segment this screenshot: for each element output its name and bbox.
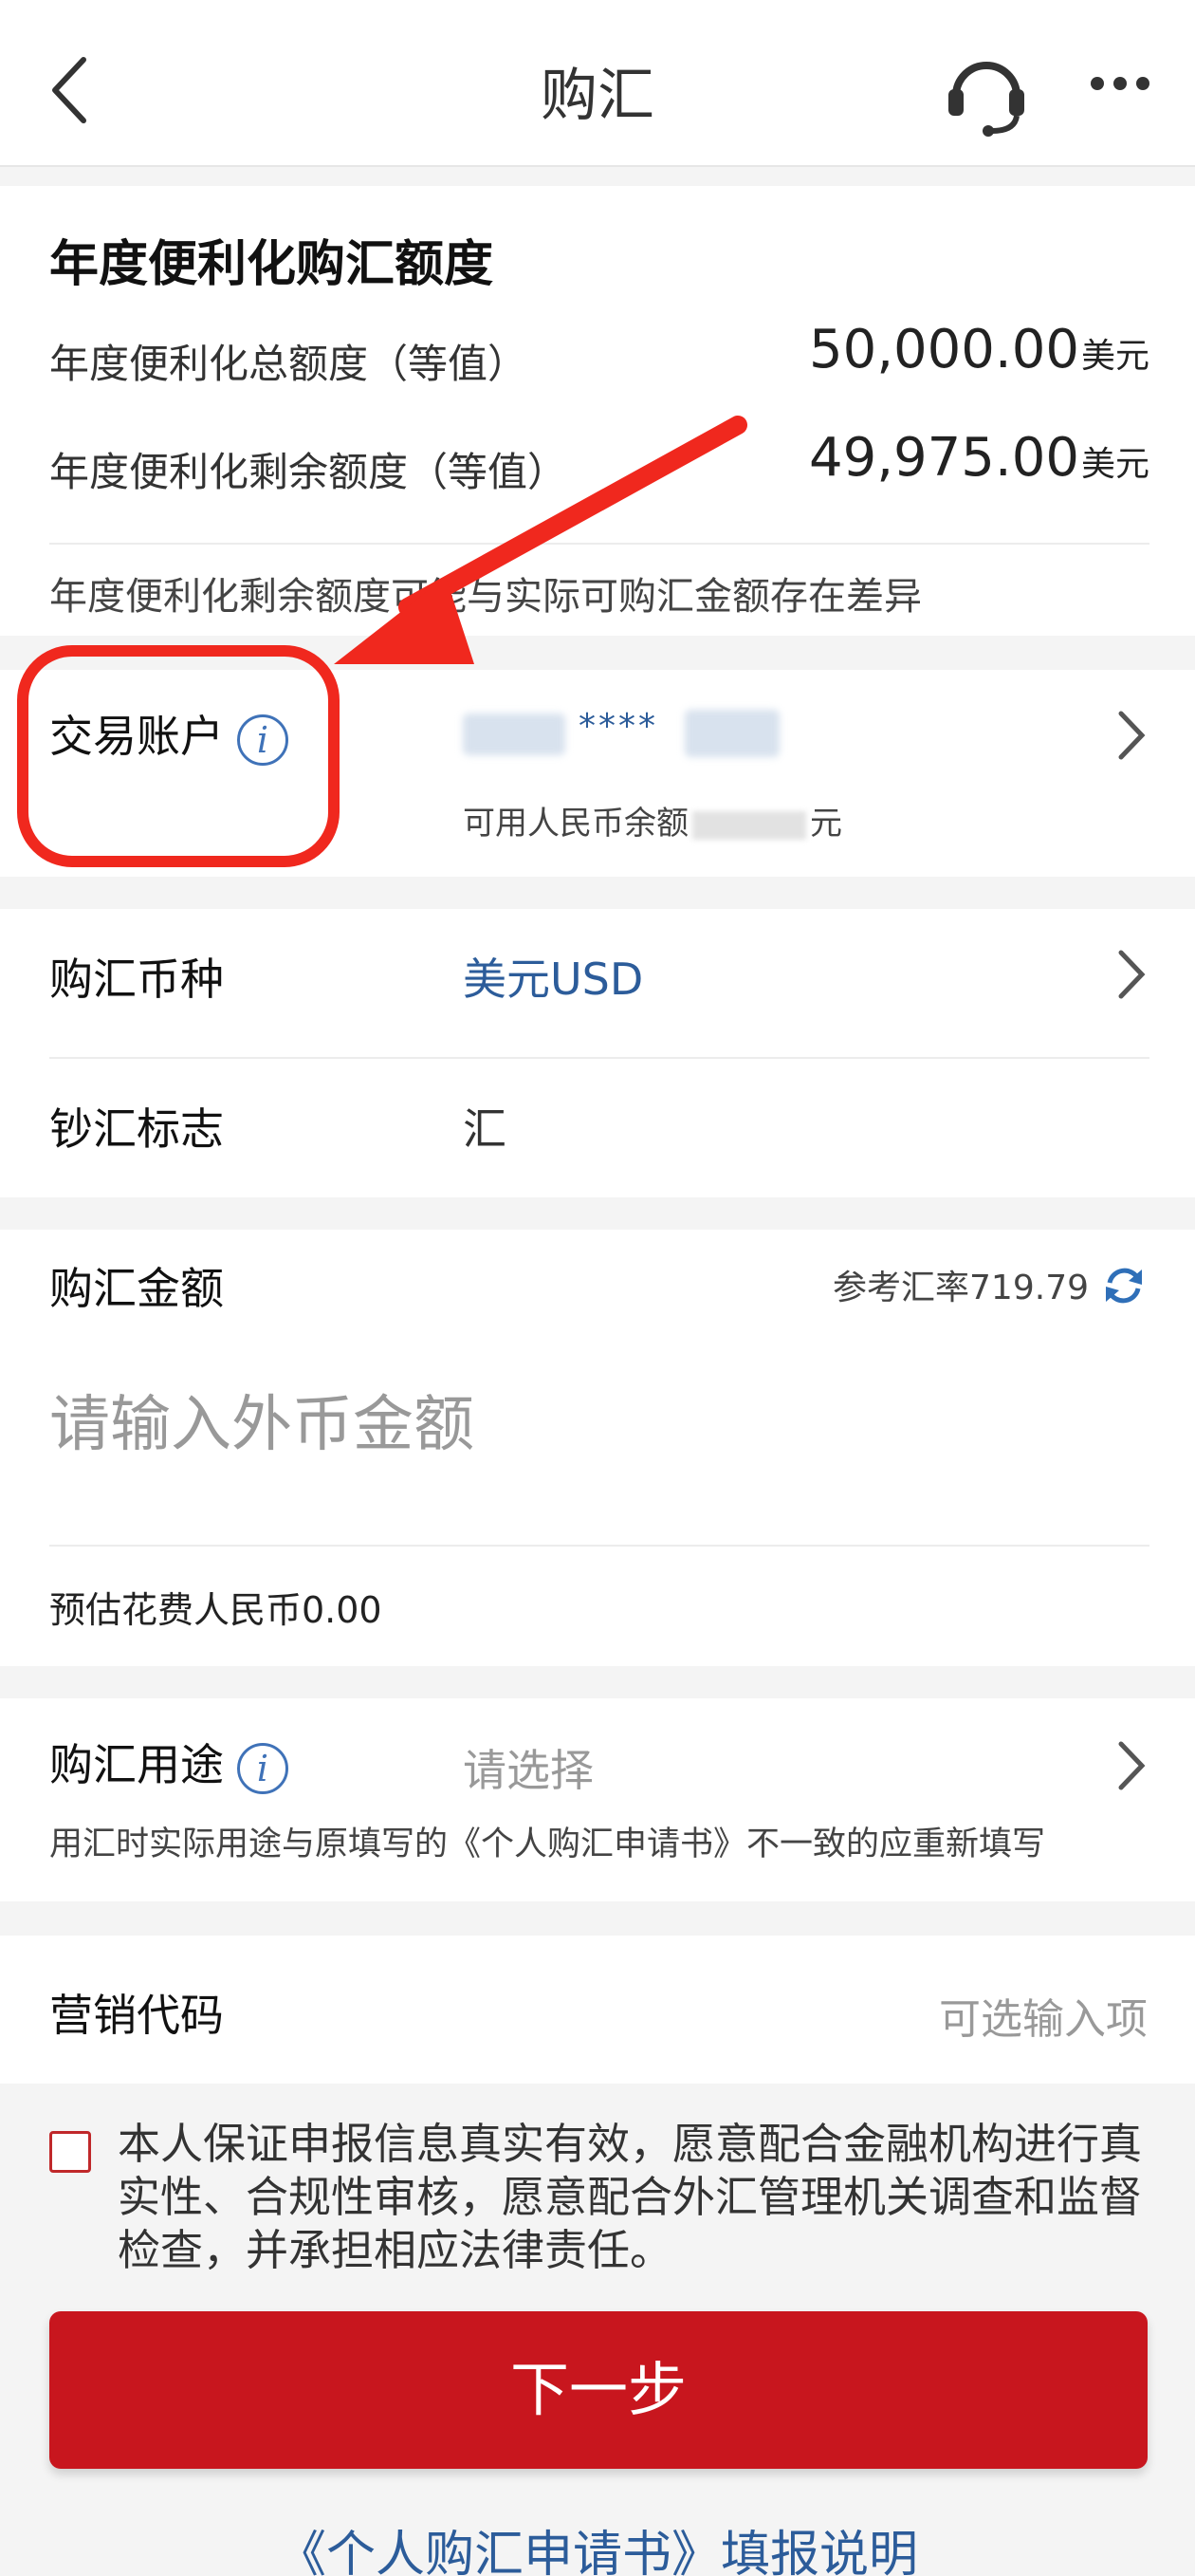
total-quota-value: 50,000.00 美元	[809, 319, 1149, 380]
divider	[49, 1057, 1149, 1059]
quota-note: 年度便利化剩余额度可能与实际可购汇金额存在差异	[49, 575, 922, 619]
chevron-right-icon[interactable]	[1115, 949, 1148, 1000]
amount-input[interactable]: 请输入外币金额	[49, 1376, 474, 1463]
remaining-quota-amount: 49,975.00	[808, 427, 1079, 489]
account-row[interactable]	[0, 670, 1195, 877]
info-icon[interactable]: i	[237, 1742, 288, 1794]
total-quota-unit: 美元	[1080, 337, 1149, 376]
total-quota-label: 年度便利化总额度（等值）	[49, 341, 528, 387]
declaration-text: 本人保证申报信息真实有效，愿意配合金融机构进行真实性、合规性审核，愿意配合外汇管…	[118, 2119, 1143, 2275]
estimated-cost: 预估花费人民币0.00	[49, 1589, 382, 1631]
purpose-card[interactable]	[0, 1698, 1195, 1901]
more-icon[interactable]	[1091, 76, 1167, 104]
available-balance-suffix: 元	[810, 805, 842, 843]
reference-rate: 参考汇率719.79	[833, 1269, 1089, 1307]
chevron-right-icon[interactable]	[1115, 710, 1148, 761]
purpose-select[interactable]: 请选择	[463, 1736, 594, 1799]
available-balance-prefix: 可用人民币余额	[463, 805, 689, 843]
purpose-label: 购汇用途	[49, 1739, 224, 1790]
masked-account-stars: ****	[579, 707, 658, 746]
marketing-code-label: 营销代码	[49, 1990, 224, 2041]
refresh-icon[interactable]	[1100, 1262, 1148, 1309]
divider	[49, 543, 1149, 545]
customer-service-icon[interactable]	[939, 44, 1034, 139]
quota-title: 年度便利化购汇额度	[49, 236, 494, 293]
available-balance: 可用人民币余额 元	[463, 797, 842, 843]
purpose-note: 用汇时实际用途与原填写的《个人购汇申请书》不一致的应重新填写	[49, 1825, 1046, 1863]
purpose-label-group: 购汇用途 i	[49, 1731, 288, 1794]
info-icon[interactable]: i	[237, 713, 288, 766]
remaining-quota-label: 年度便利化剩余额度（等值）	[49, 449, 568, 495]
currency-label: 购汇币种	[49, 954, 224, 1005]
application-guide-link[interactable]: 《个人购汇申请书》填报说明	[0, 2514, 1195, 2576]
masked-account-prefix	[463, 713, 565, 755]
cash-flag-label: 钞汇标志	[49, 1103, 224, 1155]
nav-bar: 购汇	[0, 0, 1195, 167]
next-step-button[interactable]: 下一步	[49, 2311, 1148, 2469]
chevron-right-icon[interactable]	[1115, 1740, 1148, 1791]
account-label: 交易账户	[49, 711, 224, 762]
marketing-code-input[interactable]: 可选输入项	[939, 1985, 1148, 2046]
account-label-group: 交易账户 i	[49, 702, 288, 766]
remaining-quota-value: 49,975.00 美元	[809, 427, 1149, 489]
currency-value[interactable]: 美元USD	[463, 945, 643, 1008]
masked-account-suffix	[685, 710, 780, 757]
masked-balance	[692, 810, 806, 840]
cash-flag-value: 汇	[463, 1103, 506, 1155]
remaining-quota-unit: 美元	[1080, 445, 1149, 484]
total-quota-amount: 50,000.00	[808, 319, 1079, 380]
divider	[49, 1545, 1149, 1547]
declaration-checkbox[interactable]	[49, 2131, 91, 2173]
amount-label: 购汇金额	[49, 1263, 224, 1314]
